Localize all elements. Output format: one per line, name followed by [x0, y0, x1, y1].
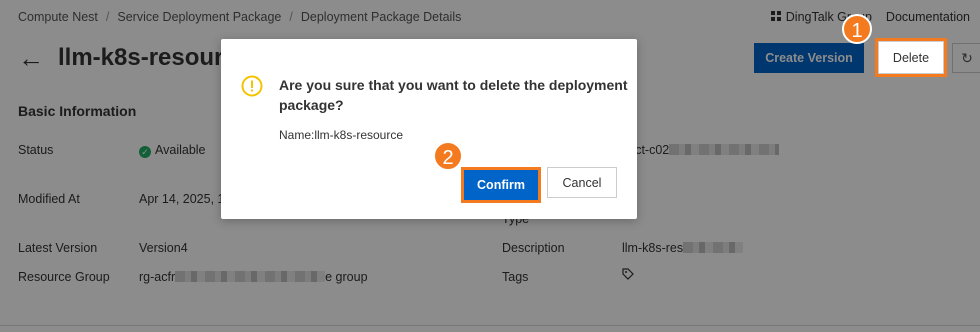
- dialog-title: Are you sure that you want to delete the…: [279, 77, 628, 113]
- warning-icon: [241, 75, 263, 97]
- step-badge-1: 1: [842, 14, 872, 44]
- confirm-button-callout: [461, 167, 541, 203]
- cancel-button[interactable]: Cancel: [547, 167, 617, 198]
- step-badge-2: 2: [433, 141, 463, 171]
- dialog-name-line: Name:llm-k8s-resource: [279, 128, 404, 142]
- delete-button-callout: [875, 38, 947, 77]
- delete-confirm-dialog: Are you sure that you want to delete the…: [221, 39, 637, 219]
